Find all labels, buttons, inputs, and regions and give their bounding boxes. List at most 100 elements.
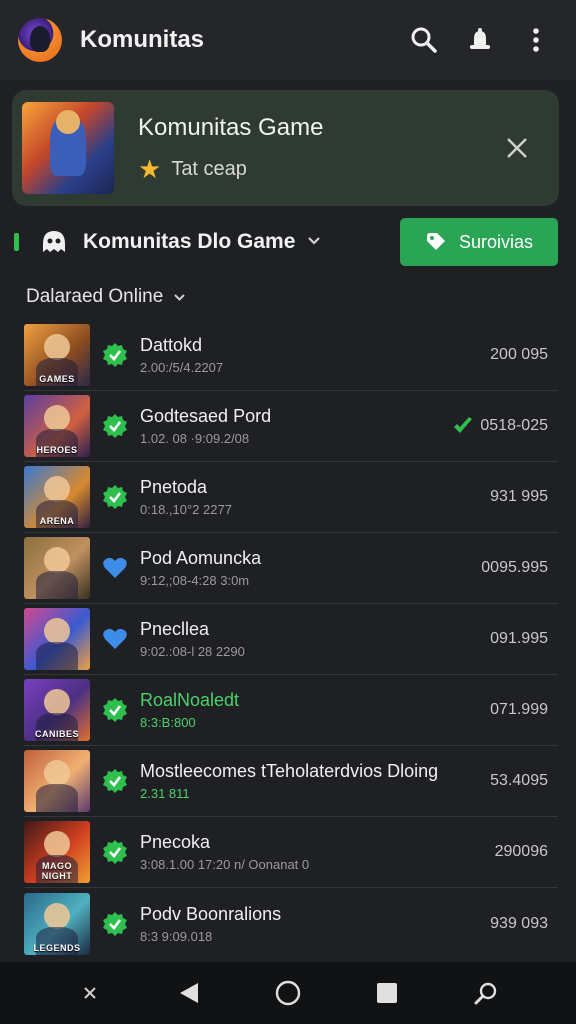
- game-meta: 8:3:B:800: [140, 715, 196, 730]
- game-title: Pnecoka: [140, 832, 211, 852]
- game-value-text: 939 093: [490, 914, 548, 932]
- star-icon: ★: [138, 154, 162, 184]
- thumbnail-caption: CANIBES: [34, 729, 79, 739]
- game-thumbnail: MAGO NIGHT: [24, 821, 90, 883]
- game-value-text: 200 095: [490, 346, 548, 363]
- game-meta: 0:18.,10°2 2277: [140, 502, 232, 517]
- game-thumbnail: HEROES: [24, 395, 90, 457]
- promo-title: Komunitas Game: [138, 114, 324, 141]
- list-item[interactable]: HEROES Godtesaed Pord 1.02. 08 ·9:09.2/08 0…: [24, 391, 558, 462]
- game-title: Pnecllea: [140, 619, 210, 639]
- app-avatar[interactable]: [18, 18, 62, 62]
- game-value-text: 0095.995: [481, 559, 548, 576]
- game-list: GAMES Dattokd 2.00:/5/4.2207 200 095 HEROES G…: [24, 320, 558, 959]
- tag-icon: [425, 231, 447, 253]
- app-bar: Komunitas: [0, 0, 576, 80]
- check-circle-icon: [102, 839, 128, 865]
- list-item[interactable]: MAGO NIGHT Pnecoka 3:08.1.00 17:20 n/ Oona…: [24, 817, 558, 888]
- game-value: 071.999: [490, 701, 548, 719]
- game-thumbnail: GAMES: [24, 324, 90, 386]
- game-thumbnail: LEGENDS: [24, 892, 90, 955]
- list-item[interactable]: Pnecllea 9:02.:08-l 28 2290 091.995: [24, 604, 558, 675]
- game-thumbnail: [24, 750, 90, 812]
- list-item[interactable]: GAMES Dattokd 2.00:/5/4.2207 200 095: [24, 320, 558, 391]
- game-title: Dattokd: [140, 335, 203, 355]
- check-circle-icon: [102, 413, 128, 439]
- community-ghost-icon: [39, 227, 69, 257]
- app-title: Komunitas: [80, 26, 205, 53]
- recents-square-icon[interactable]: [365, 971, 409, 1015]
- thumbnail-caption: MAGO NIGHT: [41, 861, 73, 881]
- game-value: 0518-025: [452, 416, 548, 436]
- list-item[interactable]: Mostleecomes tTeholaterdvios Dloing 2.31 …: [24, 746, 558, 817]
- filter-label: Dalaraed Online: [26, 286, 164, 307]
- close-icon[interactable]: [493, 124, 541, 172]
- game-title: Podv Boonralions: [140, 903, 282, 924]
- game-value: 091.995: [490, 630, 548, 648]
- thumbnail-caption: HEROES: [36, 445, 78, 455]
- list-item[interactable]: ARENA Pnetoda 0:18.,10°2 2277 931 995: [24, 462, 558, 533]
- notification-bell-icon[interactable]: [458, 18, 502, 62]
- chevron-down-icon: [173, 289, 186, 305]
- game-value-text: 290096: [494, 843, 548, 860]
- subscribe-button[interactable]: Suroivias: [400, 218, 558, 266]
- game-title: Godtesaed Pord: [140, 406, 272, 426]
- game-value: 53.4095: [490, 772, 548, 790]
- game-thumbnail: [24, 537, 90, 599]
- game-meta: 9:12,;08-4:28 3:0m: [140, 573, 250, 588]
- game-value: 290096: [495, 843, 548, 861]
- game-title: Pod Aomuncka: [140, 548, 262, 568]
- thumbnail-caption: GAMES: [39, 374, 75, 384]
- check-circle-icon: [102, 768, 128, 794]
- game-value-text: 0518-025: [480, 417, 548, 434]
- check-circle-icon: [102, 911, 128, 937]
- search-icon[interactable]: [464, 971, 508, 1015]
- promo-card[interactable]: Komunitas Game ★ Tat ceap: [12, 90, 559, 206]
- back-triangle-icon[interactable]: [167, 971, 211, 1015]
- game-meta: 9:02.:08-l 28 2290: [140, 644, 245, 659]
- list-item[interactable]: Pod Aomuncka 9:12,;08-4:28 3:0m 0095.995: [24, 533, 558, 604]
- game-title: Pnetoda: [140, 477, 208, 497]
- game-value: 0095.995: [481, 559, 548, 577]
- game-value: 939 093: [490, 915, 548, 933]
- game-title: RoalNoaledt: [140, 690, 240, 710]
- list-item[interactable]: CANIBES RoalNoaledt 8:3:B:800 071.999: [24, 675, 558, 746]
- promo-game-art: [22, 102, 114, 194]
- home-circle-icon[interactable]: [266, 971, 310, 1015]
- game-meta: 3:08.1.00 17:20 n/ Oonanat 0: [140, 857, 310, 872]
- community-header: Komunitas Dlo Game Suroivias: [0, 216, 576, 268]
- heart-icon: [102, 555, 128, 581]
- game-meta: 2.31 811: [140, 786, 190, 801]
- back-chevron-icon[interactable]: [68, 971, 112, 1015]
- game-thumbnail: ARENA: [24, 466, 90, 528]
- thumbnail-caption: LEGENDS: [33, 942, 81, 953]
- check-circle-icon: [102, 484, 128, 510]
- game-value: 931 995: [490, 488, 548, 506]
- filter-dropdown[interactable]: Dalaraed Online: [26, 284, 186, 310]
- overflow-menu-icon[interactable]: [514, 18, 558, 62]
- check-mark-icon: [452, 416, 474, 436]
- game-value-text: 071.999: [490, 701, 548, 718]
- system-nav-bar: [0, 962, 576, 1024]
- community-name[interactable]: Komunitas Dlo Game: [83, 230, 295, 254]
- game-value-text: 53.4095: [490, 772, 548, 789]
- game-meta: 1.02. 08 ·9:09.2/08: [140, 431, 250, 446]
- game-thumbnail: CANIBES: [24, 679, 90, 741]
- heart-icon: [102, 626, 128, 652]
- game-meta: 2.00:/5/4.2207: [140, 360, 224, 375]
- check-circle-icon: [102, 697, 128, 723]
- promo-subtitle: Tat ceap: [171, 157, 247, 180]
- subscribe-label: Suroivias: [458, 231, 534, 252]
- game-meta: 8:3 9:09.018: [140, 928, 213, 944]
- game-value: 200 095: [490, 346, 548, 364]
- search-icon[interactable]: [402, 18, 446, 62]
- game-value-text: 091.995: [490, 630, 548, 647]
- list-item[interactable]: LEGENDS Podv Boonralions 8:3 9:09.018 939 0…: [24, 888, 558, 959]
- thumbnail-caption: ARENA: [39, 516, 75, 526]
- chevron-down-icon[interactable]: [307, 233, 321, 251]
- game-thumbnail: [24, 608, 90, 670]
- game-title: Mostleecomes tTeholaterdvios Dloing: [140, 761, 439, 781]
- game-value-text: 931 995: [490, 488, 548, 505]
- check-circle-icon: [102, 342, 128, 368]
- active-indicator: [14, 233, 19, 251]
